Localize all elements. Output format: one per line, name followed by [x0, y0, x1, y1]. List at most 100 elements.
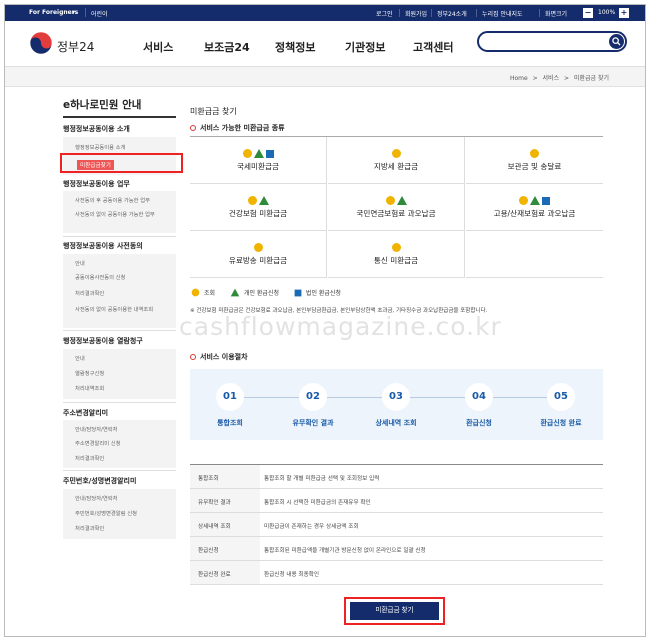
yellow-dot-icon	[191, 288, 200, 297]
sidebar-item[interactable]: 처리결과확인	[75, 455, 171, 463]
sidebar-group-tasks[interactable]: 행정정보공동이용 업무	[63, 179, 176, 189]
yellow-dot-icon	[242, 149, 252, 158]
divider	[63, 330, 176, 331]
divider	[63, 236, 176, 237]
signup-link[interactable]: 회원가입	[405, 9, 427, 18]
sidebar-item[interactable]: 안내/담당자/연락처	[75, 426, 171, 434]
step-label: 환급신청 완료	[540, 419, 582, 427]
step-number: 02	[299, 383, 327, 411]
sidebar-group-address[interactable]: 주소변경알리미	[63, 408, 176, 418]
table-row: 통합조회 통합조회 할 개별 미환급금 선택 및 조회정보 입력	[190, 465, 603, 489]
sidebar-item[interactable]: 주소변경알리미 신청	[75, 440, 171, 448]
search-input[interactable]	[487, 35, 605, 48]
sidebar-group-consent[interactable]: 행정정보공동이용 사전동의	[63, 241, 176, 251]
find-unrefunded-button[interactable]: 미환급금 찾기	[350, 602, 439, 620]
about-link[interactable]: 정부24소개	[437, 9, 467, 18]
breadcrumb-current: 미환급금 찾기	[573, 75, 609, 82]
step-number: 05	[547, 383, 575, 411]
sidebar-group-request[interactable]: 행정정보공동이용 열람청구	[63, 336, 176, 346]
divider	[63, 116, 176, 118]
yellow-dot-icon	[530, 149, 539, 158]
chevron-right-icon: >	[532, 75, 538, 82]
page-frame: For Foreigners ▾ 어린이 로그인 회원가입 정부24소개 누리집…	[4, 4, 646, 637]
sidebar-item[interactable]: 안내	[75, 355, 171, 363]
divider	[85, 8, 86, 17]
table-row: 유무확인 결과 통합조회 시 선택한 미환급금의 존재유무 확인	[190, 489, 603, 513]
login-link[interactable]: 로그인	[376, 9, 393, 18]
gnb-subsidy24[interactable]: 보조금24	[204, 39, 250, 55]
search-button[interactable]	[609, 34, 624, 49]
sidebar-item[interactable]: 처리결과확인	[75, 290, 171, 298]
sidebar-item[interactable]: 사전동의 없이 공동이용 가능한 업무	[75, 211, 171, 219]
refund-type-label: 건강보험 미환급금	[228, 209, 288, 218]
page-title: 미환급금 찾기	[190, 107, 237, 116]
step-number: 03	[382, 383, 410, 411]
legend-label: 개인 환급신청	[243, 290, 279, 297]
site-header: 정부24 서비스 보조금24 정책정보 기관정보 고객센터	[5, 21, 645, 67]
sidebar-submenu: 사전동의 후 공동이용 가능한 업무 사전동의 없이 공동이용 가능한 업무	[63, 191, 176, 233]
taegeuk-logo-icon[interactable]	[29, 31, 53, 55]
yellow-dot-icon	[385, 196, 395, 205]
divider	[431, 9, 432, 17]
sidebar-group-intro[interactable]: 행정정보공동이용 소개	[63, 124, 176, 134]
process-description-table: 통합조회 통합조회 할 개별 미환급금 선택 및 조회정보 입력 유무확인 결과 통합…	[190, 464, 603, 585]
zoom-out-button[interactable]: −	[583, 8, 593, 18]
legend-label: 조회	[204, 290, 216, 297]
sidebar-group-name-change[interactable]: 주민번호/성명변경알리미	[63, 476, 176, 486]
divider	[63, 402, 176, 403]
sidebar-item-unrefunded-highlight[interactable]: 미환급금찾기	[60, 153, 183, 173]
sidebar-item[interactable]: 처리내역조회	[75, 385, 171, 393]
row-value: 환급신청 내용 최종확인	[264, 572, 320, 578]
sitemap-link[interactable]: 누리집 안내지도	[482, 9, 523, 18]
refund-type-label: 보관금 및 송달료	[507, 162, 562, 171]
refund-type-label: 고용/산재보험료 과오납금	[493, 209, 576, 218]
sidebar-item[interactable]: 안내/담당자/연락처	[75, 495, 171, 503]
sidebar-item[interactable]: 처리결과확인	[75, 525, 171, 533]
row-key: 환급신청 완료	[190, 561, 260, 584]
row-value: 통합조회 시 선택한 미환급금의 존재유무 확인	[264, 500, 371, 506]
kids-link[interactable]: 어린이	[91, 9, 108, 18]
breadcrumb-services[interactable]: 서비스	[543, 75, 560, 82]
green-triangle-icon	[253, 149, 264, 158]
sidebar-item[interactable]: 사전동의 후 공동이용 가능한 업무	[75, 197, 171, 205]
sidebar-item[interactable]: 공동이용사전동의 신청	[75, 274, 171, 282]
gnb-agency[interactable]: 기관정보	[345, 39, 385, 55]
legend-item-corporate: 법인 환급신청	[293, 288, 341, 297]
green-triangle-icon	[530, 196, 540, 205]
legend-label: 법인 환급신청	[305, 290, 341, 297]
chevron-down-icon[interactable]: ▾	[72, 9, 75, 16]
blue-square-icon	[542, 197, 550, 205]
yellow-dot-icon	[253, 243, 263, 252]
blue-square-icon	[294, 289, 302, 297]
legend: 조회 개인 환급신청 법인 환급신청	[190, 288, 353, 297]
row-key: 환급신청	[190, 537, 260, 560]
step-number: 01	[216, 383, 244, 411]
sidebar-item-intro[interactable]: 행정정보공동이용 소개	[75, 144, 171, 152]
sidebar-item[interactable]: 사전동의 없이 공동이용한 내역조회	[75, 306, 171, 314]
chevron-right-icon: >	[564, 75, 570, 82]
refund-type-icons	[190, 243, 326, 252]
refund-type-cell: 통신 미환급금	[328, 231, 465, 278]
sidebar-item[interactable]: 열람청구신청	[75, 370, 171, 378]
refund-type-icons	[466, 196, 603, 205]
refund-type-icons	[328, 243, 464, 252]
refund-type-label: 국세미환급금	[237, 162, 279, 171]
sidebar-item-unrefunded[interactable]: 미환급금찾기	[77, 160, 114, 170]
refund-type-cell: 국세미환급금	[190, 137, 327, 184]
gnb-support[interactable]: 고객센터	[413, 39, 453, 55]
sidebar-item[interactable]: 안내	[75, 260, 171, 268]
for-foreigners-link[interactable]: For Foreigners	[29, 9, 78, 16]
section-heading-process: 서비스 이용절차	[190, 352, 248, 362]
gnb-services[interactable]: 서비스	[143, 39, 173, 55]
refund-type-icons	[190, 149, 326, 158]
zoom-in-button[interactable]: +	[619, 8, 629, 18]
sidebar-submenu: 안내 공동이용사전동의 신청 처리결과확인 사전동의 없이 공동이용한 내역조회	[63, 254, 176, 328]
sidebar-item[interactable]: 주민번호/성명변경알림 신청	[75, 510, 171, 518]
row-value: 미환급금이 존재하는 경우 상세금액 조회	[264, 524, 359, 530]
breadcrumb-home[interactable]: Home	[510, 75, 528, 82]
gnb-policy[interactable]: 정책정보	[275, 39, 315, 55]
breadcrumb: Home > 서비스 > 미환급금 찾기	[507, 73, 609, 82]
refund-type-label: 국민연금보험료 과오납금	[356, 209, 436, 218]
site-logo-text[interactable]: 정부24	[57, 38, 94, 55]
watermark: cashflowmagazine.co.kr	[179, 312, 502, 341]
